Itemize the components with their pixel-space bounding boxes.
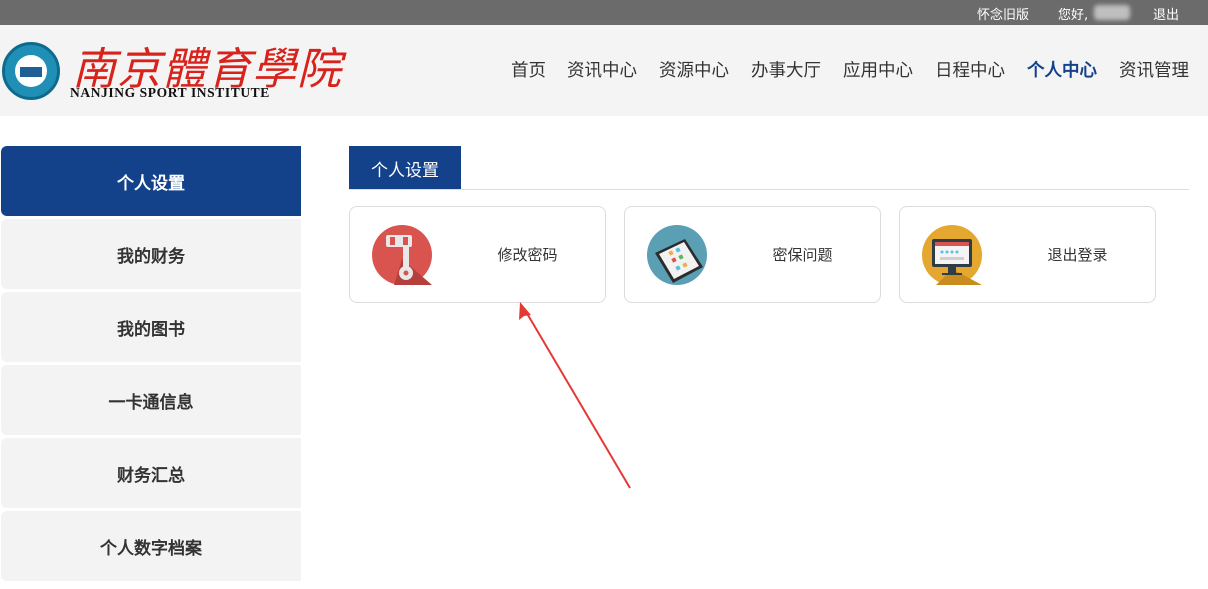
- nav-item-home[interactable]: 首页: [511, 57, 546, 82]
- school-seal-logo[interactable]: [2, 42, 60, 100]
- nav-item-news[interactable]: 资讯中心: [567, 57, 637, 82]
- change-password-label: 修改密码: [497, 246, 558, 264]
- security-question-label: 密保问题: [772, 246, 833, 264]
- sign-out-card[interactable]: 退出登录: [899, 206, 1156, 303]
- username-redacted: [1094, 5, 1130, 20]
- nav-item-resources[interactable]: 资源中心: [659, 57, 729, 82]
- nav-item-news-admin[interactable]: 资讯管理: [1119, 57, 1189, 82]
- sidebar-item-finance-summary[interactable]: 财务汇总: [1, 438, 301, 508]
- seal-building-icon: [20, 67, 42, 77]
- sidebar-item-digital-archive[interactable]: 个人数字档案: [1, 511, 301, 581]
- monitor-icon: [922, 225, 982, 285]
- section-divider: [349, 189, 1189, 190]
- key-icon: [372, 225, 432, 285]
- site-header: 南京體育學院 NANJING SPORT INSTITUTE 首页 资讯中心 资…: [0, 25, 1208, 116]
- logout-link[interactable]: 退出: [1153, 4, 1179, 23]
- nav-item-personal[interactable]: 个人中心: [1027, 57, 1097, 82]
- greeting-text: 您好,: [1058, 8, 1089, 23]
- security-question-card[interactable]: 密保问题: [624, 206, 881, 303]
- sidebar-item-my-books[interactable]: 我的图书: [1, 292, 301, 362]
- sidebar-item-personal-settings[interactable]: 个人设置: [1, 146, 301, 216]
- sidebar-item-my-finance[interactable]: 我的财务: [1, 219, 301, 289]
- section-tab-personal-settings[interactable]: 个人设置: [349, 146, 461, 190]
- sidebar-item-campus-card[interactable]: 一卡通信息: [1, 365, 301, 435]
- sign-out-label: 退出登录: [1047, 246, 1108, 264]
- nav-item-apps[interactable]: 应用中心: [843, 57, 913, 82]
- nav-item-service-hall[interactable]: 办事大厅: [751, 57, 821, 82]
- change-password-card[interactable]: 修改密码: [349, 206, 606, 303]
- nav-item-schedule[interactable]: 日程中心: [935, 57, 1005, 82]
- top-utility-bar: 怀念旧版 您好, 退出: [0, 0, 1208, 25]
- old-version-link[interactable]: 怀念旧版: [977, 4, 1029, 23]
- phone-icon: [647, 225, 707, 285]
- school-name-en: NANJING SPORT INSTITUTE: [70, 85, 270, 100]
